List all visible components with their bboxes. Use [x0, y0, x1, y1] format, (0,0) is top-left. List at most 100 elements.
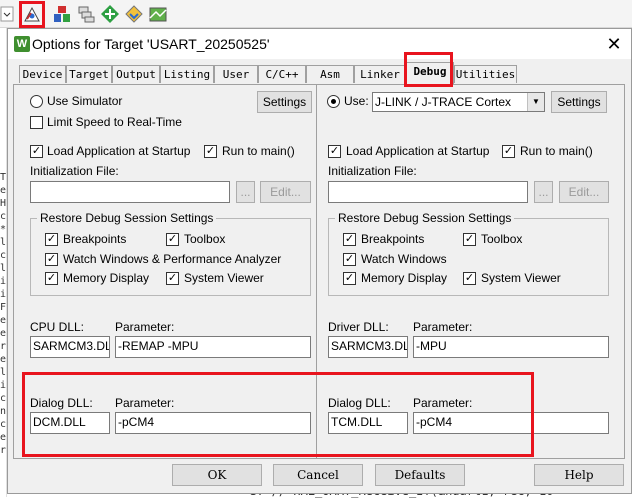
left-dialog-dll-label: Dialog DLL: — [30, 396, 93, 410]
left-edit-button[interactable]: Edit... — [260, 181, 311, 203]
right-init-file-label: Initialization File: — [328, 164, 417, 178]
cpu-parameter-label: Parameter: — [115, 320, 175, 334]
editor-char: * — [0, 224, 7, 235]
driver-dll-input[interactable]: SARMCM3.DLL — [328, 336, 408, 358]
right-dialog-dll-input[interactable]: TCM.DLL — [328, 412, 408, 434]
left-system-viewer-label: System Viewer — [184, 271, 264, 285]
left-breakpoints-label: Breakpoints — [63, 232, 127, 246]
left-browse-button[interactable]: ... — [236, 181, 255, 203]
left-init-file-input[interactable] — [30, 181, 230, 203]
right-browse-button[interactable]: ... — [534, 181, 553, 203]
right-edit-button[interactable]: Edit... — [559, 181, 609, 203]
editor-char: T — [0, 172, 7, 183]
select-packs-icon[interactable] — [100, 4, 120, 24]
right-dialog-parameter-input[interactable]: -pCM4 — [413, 412, 609, 434]
left-toolbox-label: Toolbox — [184, 232, 226, 246]
left-system-viewer-checkbox[interactable]: ✓ — [166, 272, 179, 285]
tab-output[interactable]: Output — [112, 65, 160, 83]
use-simulator-label: Use Simulator — [47, 94, 123, 108]
editor-char: l — [0, 237, 7, 248]
editor-char: l — [0, 367, 7, 378]
dropdown-arrow-icon[interactable] — [0, 4, 14, 24]
right-run-to-main-checkbox[interactable]: ✓ — [502, 145, 515, 158]
ok-button[interactable]: OK — [172, 464, 262, 486]
tab-target[interactable]: Target — [66, 65, 112, 83]
cpu-dll-input[interactable]: SARMCM3.DLL — [30, 336, 110, 358]
editor-char: c — [0, 250, 7, 261]
right-memory-checkbox[interactable]: ✓ — [343, 272, 356, 285]
left-toolbox-checkbox[interactable]: ✓ — [166, 233, 179, 246]
left-breakpoints-checkbox[interactable]: ✓ — [45, 233, 58, 246]
editor-char: l — [0, 263, 7, 274]
editor-char: F — [0, 302, 7, 313]
keil-app-icon: W — [14, 36, 30, 52]
tab-device[interactable]: Device — [19, 65, 66, 83]
use-simulator-radio[interactable] — [30, 95, 43, 108]
left-init-file-label: Initialization File: — [30, 164, 119, 178]
dialog-titlebar: W Options for Target 'USART_20250525' ✕ — [8, 29, 631, 59]
defaults-button[interactable]: Defaults — [375, 464, 465, 486]
editor-char: c — [0, 211, 7, 222]
toolbar — [0, 0, 632, 28]
layers-icon[interactable] — [148, 4, 168, 24]
limit-speed-checkbox[interactable] — [30, 116, 43, 129]
right-load-app-label: Load Application at Startup — [346, 144, 490, 158]
tab-listing[interactable]: Listing — [160, 65, 214, 83]
right-toolbox-checkbox[interactable]: ✓ — [463, 233, 476, 246]
editor-char: i — [0, 380, 7, 391]
driver-dll-label: Driver DLL: — [328, 320, 389, 334]
file-extensions-icon[interactable] — [76, 4, 96, 24]
right-dialog-dll-label: Dialog DLL: — [328, 396, 391, 410]
left-dialog-parameter-input[interactable]: -pCM4 — [115, 412, 311, 434]
left-load-app-checkbox[interactable]: ✓ — [30, 145, 43, 158]
chevron-down-icon: ▼ — [527, 93, 544, 111]
tab-linker[interactable]: Linker — [354, 65, 406, 83]
right-load-app-checkbox[interactable]: ✓ — [328, 145, 341, 158]
right-restore-group-title: Restore Debug Session Settings — [335, 211, 515, 225]
right-init-file-input[interactable] — [328, 181, 528, 203]
editor-char: c — [0, 419, 7, 430]
left-watch-checkbox[interactable]: ✓ — [45, 253, 58, 266]
use-debugger-radio[interactable] — [327, 95, 340, 108]
cpu-parameter-input[interactable]: -REMAP -MPU — [115, 336, 311, 358]
right-memory-label: Memory Display — [361, 271, 448, 285]
editor-char: e — [0, 328, 7, 339]
help-button[interactable]: Help — [534, 464, 624, 486]
right-breakpoints-checkbox[interactable]: ✓ — [343, 233, 356, 246]
left-load-app-label: Load Application at Startup — [47, 144, 191, 158]
limit-speed-label: Limit Speed to Real-Time — [47, 115, 182, 129]
left-watch-label: Watch Windows & Performance Analyzer — [63, 252, 282, 266]
simulator-settings-button[interactable]: Settings — [257, 91, 312, 113]
right-watch-checkbox[interactable]: ✓ — [343, 253, 356, 266]
left-run-to-main-label: Run to main() — [222, 144, 295, 158]
debugger-settings-button[interactable]: Settings — [551, 91, 607, 113]
right-system-viewer-checkbox[interactable]: ✓ — [463, 272, 476, 285]
editor-char: e — [0, 315, 7, 326]
cancel-button[interactable]: Cancel — [273, 464, 363, 486]
left-memory-checkbox[interactable]: ✓ — [45, 272, 58, 285]
editor-char: r — [0, 341, 7, 352]
tab-utilities[interactable]: Utilities — [454, 65, 517, 83]
right-watch-label: Watch Windows — [361, 252, 447, 266]
options-dialog: W Options for Target 'USART_20250525' ✕ … — [7, 28, 632, 494]
tab-user[interactable]: User — [214, 65, 258, 83]
driver-parameter-input[interactable]: -MPU — [413, 336, 609, 358]
right-breakpoints-label: Breakpoints — [361, 232, 425, 246]
tab-asm[interactable]: Asm — [306, 65, 354, 83]
editor-char: c — [0, 393, 7, 404]
right-run-to-main-label: Run to main() — [520, 144, 593, 158]
tab-c-cpp[interactable]: C/C++ — [258, 65, 306, 83]
pack-installer-icon[interactable] — [124, 4, 144, 24]
left-run-to-main-checkbox[interactable]: ✓ — [204, 145, 217, 158]
editor-char: e — [0, 354, 7, 365]
right-dialog-parameter-label: Parameter: — [413, 396, 473, 410]
manage-components-icon[interactable] — [52, 4, 72, 24]
left-dialog-dll-input[interactable]: DCM.DLL — [30, 412, 110, 434]
close-icon[interactable]: ✕ — [603, 33, 625, 55]
editor-char: i — [0, 289, 7, 300]
debugger-select-value: J-LINK / J-TRACE Cortex — [375, 95, 512, 109]
tab-debug[interactable]: Debug — [406, 62, 454, 85]
target-options-icon[interactable] — [22, 4, 42, 24]
debugger-select[interactable]: J-LINK / J-TRACE Cortex ▼ — [372, 92, 545, 112]
left-restore-group-title: Restore Debug Session Settings — [37, 211, 217, 225]
